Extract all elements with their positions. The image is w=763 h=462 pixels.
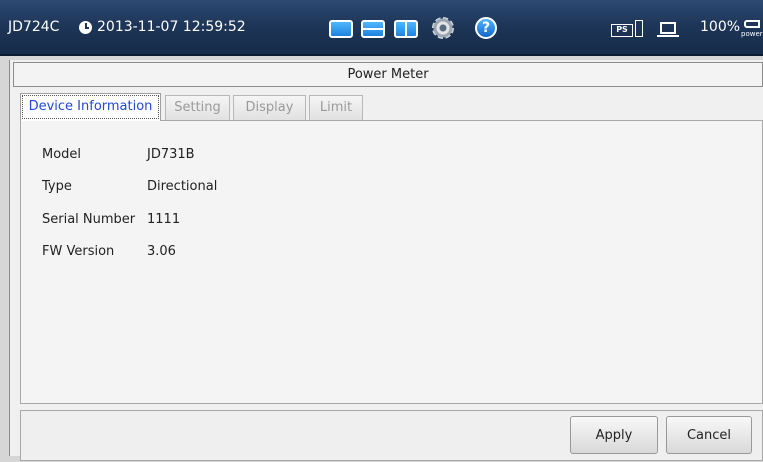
layout-single-icon[interactable] (329, 20, 353, 38)
type-value: Directional (147, 179, 218, 194)
model-value: JD731B (147, 147, 195, 162)
serial-number-label: Serial Number (42, 212, 136, 227)
usb-icon (635, 20, 643, 37)
cancel-button[interactable]: Cancel (666, 416, 752, 454)
power-icon: power (740, 17, 763, 41)
clock-icon (79, 21, 92, 34)
tab-limit[interactable]: Limit (309, 95, 363, 120)
ps-label: PS (611, 24, 633, 37)
power-plug-icon (744, 20, 760, 28)
fw-version-value: 3.06 (147, 244, 176, 259)
ps-usb-icon: PS (611, 20, 643, 38)
settings-gear-icon[interactable] (432, 17, 454, 39)
datetime-label: 2013-11-07 12:59:52 (97, 19, 246, 35)
layout-split-horizontal-icon[interactable] (361, 20, 385, 38)
fw-version-label: FW Version (42, 244, 115, 259)
model-label: Model (42, 147, 82, 162)
battery-percent: 100% (700, 19, 741, 35)
power-label: power (741, 30, 763, 38)
window-title: Power Meter (13, 62, 763, 87)
serial-number-value: 1111 (147, 212, 181, 227)
status-bar: JD724C 2013-11-07 12:59:52 ? PS 100% pow… (0, 0, 763, 56)
tab-display[interactable]: Display (233, 95, 306, 120)
device-model-label: JD724C (8, 19, 60, 35)
layout-split-vertical-icon[interactable] (394, 20, 418, 38)
type-label: Type (42, 179, 72, 194)
tab-setting[interactable]: Setting (165, 95, 230, 120)
device-info-panel: Model JD731B Type Directional Serial Num… (20, 120, 763, 404)
help-icon[interactable]: ? (475, 17, 497, 39)
tab-device-information[interactable]: Device Information (20, 93, 161, 121)
laptop-icon (657, 22, 679, 37)
apply-button[interactable]: Apply (570, 416, 658, 454)
